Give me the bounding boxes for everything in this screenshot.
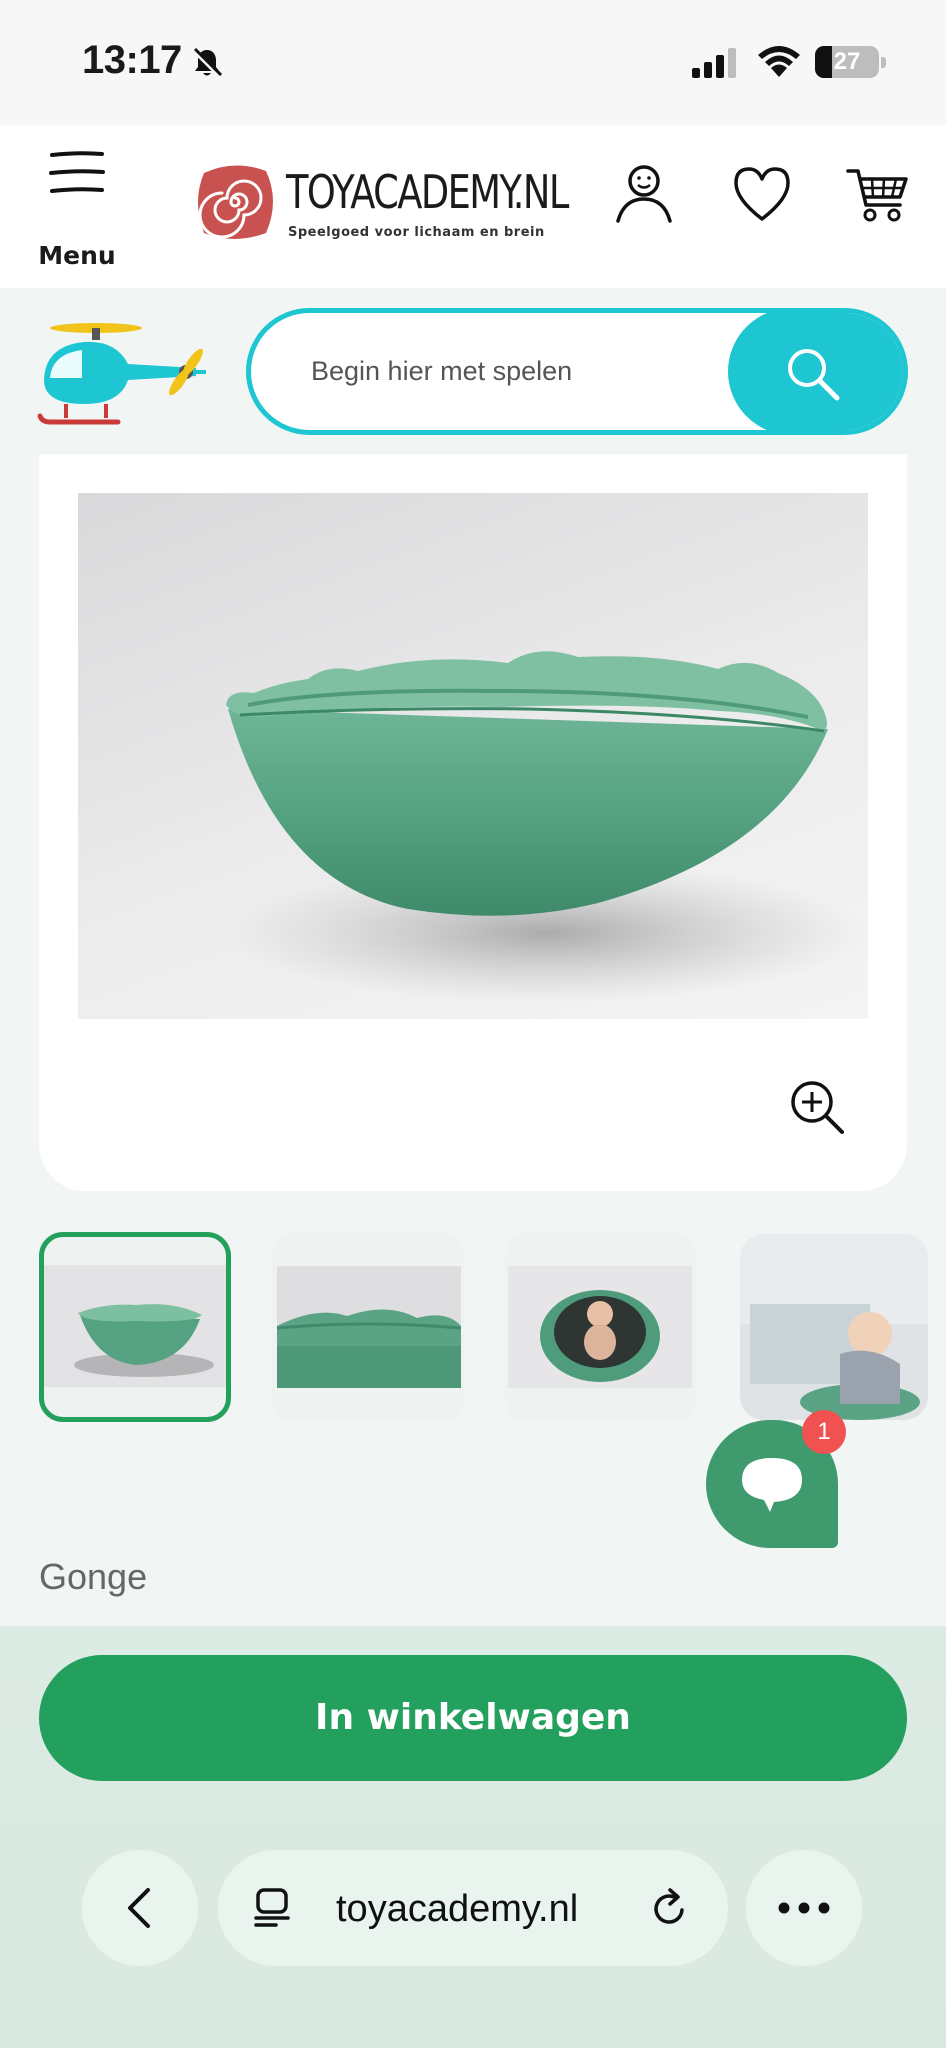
logo-wordmark: TOYACADEMY.NL	[286, 165, 569, 219]
product-brand[interactable]: Gonge	[39, 1556, 147, 1598]
search-icon	[788, 349, 840, 401]
hamburger-icon	[49, 151, 105, 193]
thumbnail-4[interactable]	[740, 1234, 928, 1420]
spiral-logo-icon	[198, 165, 273, 239]
search-button[interactable]	[728, 313, 903, 430]
product-gallery	[39, 454, 907, 1191]
wifi-icon	[758, 46, 800, 77]
thumbnail-2[interactable]	[272, 1232, 464, 1422]
helicopter-illustration	[37, 323, 206, 425]
chevron-left-icon	[128, 1888, 150, 1928]
heart-icon[interactable]	[732, 163, 792, 227]
green-bowl-illustration	[226, 651, 868, 1003]
browser-more-button[interactable]	[746, 1850, 862, 1966]
reload-icon[interactable]	[650, 1888, 690, 1930]
cart-icon[interactable]	[846, 163, 910, 227]
search-bar	[246, 308, 908, 435]
thumbnail-baby-in-bowl-image	[508, 1266, 692, 1388]
thumbnail-bowl-closeup-image	[277, 1266, 461, 1388]
browser-url: toyacademy.nl	[336, 1888, 579, 1930]
add-to-cart-button[interactable]: In winkelwagen	[39, 1655, 907, 1781]
browser-back-button[interactable]	[82, 1850, 198, 1966]
logo-tagline: Speelgoed voor lichaam en brein	[288, 225, 545, 240]
bell-muted-icon	[192, 47, 223, 78]
chat-notification-badge: 1	[802, 1410, 846, 1454]
chat-bubble-icon	[742, 1458, 802, 1512]
battery-indicator: 27	[815, 46, 887, 78]
thumbnail-child-playing-image	[740, 1234, 928, 1420]
zoom-in-icon[interactable]	[788, 1078, 846, 1136]
thumbnail-1[interactable]	[39, 1232, 231, 1422]
thumbnail-bowl-image	[44, 1265, 226, 1387]
site-logo[interactable]: TOYACADEMY.NL Speelgoed voor lichaam en …	[194, 159, 569, 255]
menu-label: Menu	[38, 241, 116, 270]
status-time: 13:17	[82, 38, 182, 82]
search-input[interactable]	[251, 313, 741, 430]
cellular-signal-icon	[692, 48, 736, 78]
product-image[interactable]	[78, 493, 868, 1019]
page-menu-icon	[254, 1888, 290, 1927]
thumbnail-3[interactable]	[505, 1232, 697, 1422]
browser-address-bar[interactable]: toyacademy.nl	[218, 1850, 728, 1966]
status-bar: 13:17 27	[0, 0, 946, 125]
account-icon[interactable]	[614, 163, 674, 227]
menu-button[interactable]: Menu	[34, 149, 120, 270]
more-dots-icon	[778, 1902, 830, 1914]
battery-percent: 27	[833, 48, 861, 75]
site-header: Menu TOYACADEMY.NL Speelgoed voor lichaa…	[0, 125, 946, 288]
